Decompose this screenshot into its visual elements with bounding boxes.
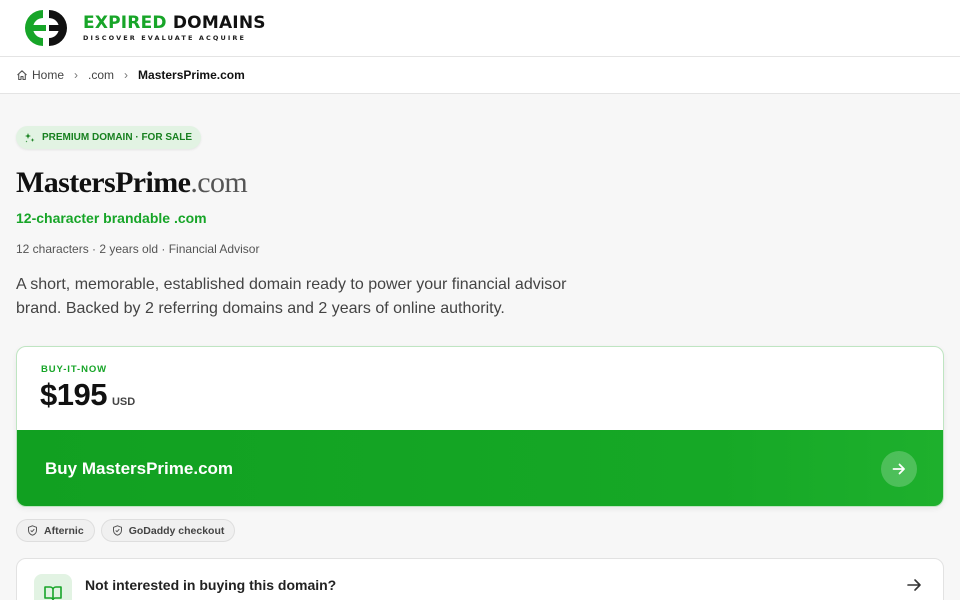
chip-godaddy: GoDaddy checkout — [100, 519, 236, 542]
price-row: $195 USD — [40, 377, 135, 413]
domain-subtitle: 12-character brandable .com — [16, 210, 207, 226]
domain-meta: 12 characters · 2 years old · Financial … — [16, 242, 260, 256]
checkout-chips: Afternic GoDaddy checkout — [16, 519, 236, 542]
chip-afternic: Afternic — [16, 519, 95, 542]
buy-arrow-circle — [881, 451, 917, 487]
buy-button-label: Buy MastersPrime.com — [45, 459, 234, 478]
sparkle-icon — [25, 132, 35, 142]
top-header: EXPIRED DOMAINS DISCOVER EVALUATE ACQUIR… — [0, 0, 960, 57]
not-interested-label: Not interested in buying this domain? — [85, 577, 337, 593]
breadcrumb-home-label: Home — [32, 68, 65, 82]
chevron-right-icon: › — [74, 68, 79, 82]
book-open-icon — [44, 586, 62, 600]
logo-tagline: DISCOVER EVALUATE ACQUIRE — [83, 33, 247, 42]
logo-word-expired: EXPIRED — [83, 12, 167, 33]
home-icon — [17, 70, 27, 81]
chip-godaddy-label: GoDaddy checkout — [128, 524, 225, 537]
premium-badge-label: PREMIUM DOMAIN · FOR SALE — [42, 132, 192, 143]
buy-now-card: BUY-IT-NOW $195 USD Buy MastersPrime.com — [16, 346, 944, 507]
site-logo[interactable]: EXPIRED DOMAINS DISCOVER EVALUATE ACQUIR… — [23, 8, 266, 48]
logo-title: EXPIRED DOMAINS — [83, 12, 266, 33]
domain-tld: .com — [190, 166, 248, 199]
breadcrumb-current: MastersPrime.com — [138, 68, 245, 82]
breadcrumb-tld[interactable]: .com — [88, 68, 114, 82]
shield-check-icon — [28, 525, 37, 536]
buy-it-now-label: BUY-IT-NOW — [41, 364, 107, 375]
breadcrumb-home[interactable]: Home — [16, 68, 64, 82]
domain-title: MastersPrime.com — [16, 166, 248, 200]
chip-afternic-label: Afternic — [44, 524, 84, 537]
domain-name: MastersPrime — [16, 166, 191, 199]
arrow-right-icon — [892, 463, 905, 475]
ed-logo-icon — [25, 10, 67, 46]
chevron-right-icon: › — [124, 68, 129, 82]
domain-description: A short, memorable, established domain r… — [16, 276, 567, 317]
not-interested-icon-box — [34, 574, 72, 600]
logo-word-domains: DOMAINS — [172, 12, 266, 33]
premium-badge: PREMIUM DOMAIN · FOR SALE — [16, 126, 201, 149]
shield-check-icon — [112, 525, 122, 536]
buy-domain-button[interactable]: Buy MastersPrime.com — [17, 430, 943, 506]
price: $195 — [40, 377, 107, 412]
breadcrumb: Home › .com › MastersPrime.com — [0, 57, 960, 94]
logo-text: EXPIRED DOMAINS DISCOVER EVALUATE ACQUIR… — [83, 12, 266, 43]
arrow-right-icon — [907, 579, 921, 591]
not-interested-card[interactable]: Not interested in buying this domain? — [16, 558, 944, 600]
currency: USD — [111, 396, 136, 408]
